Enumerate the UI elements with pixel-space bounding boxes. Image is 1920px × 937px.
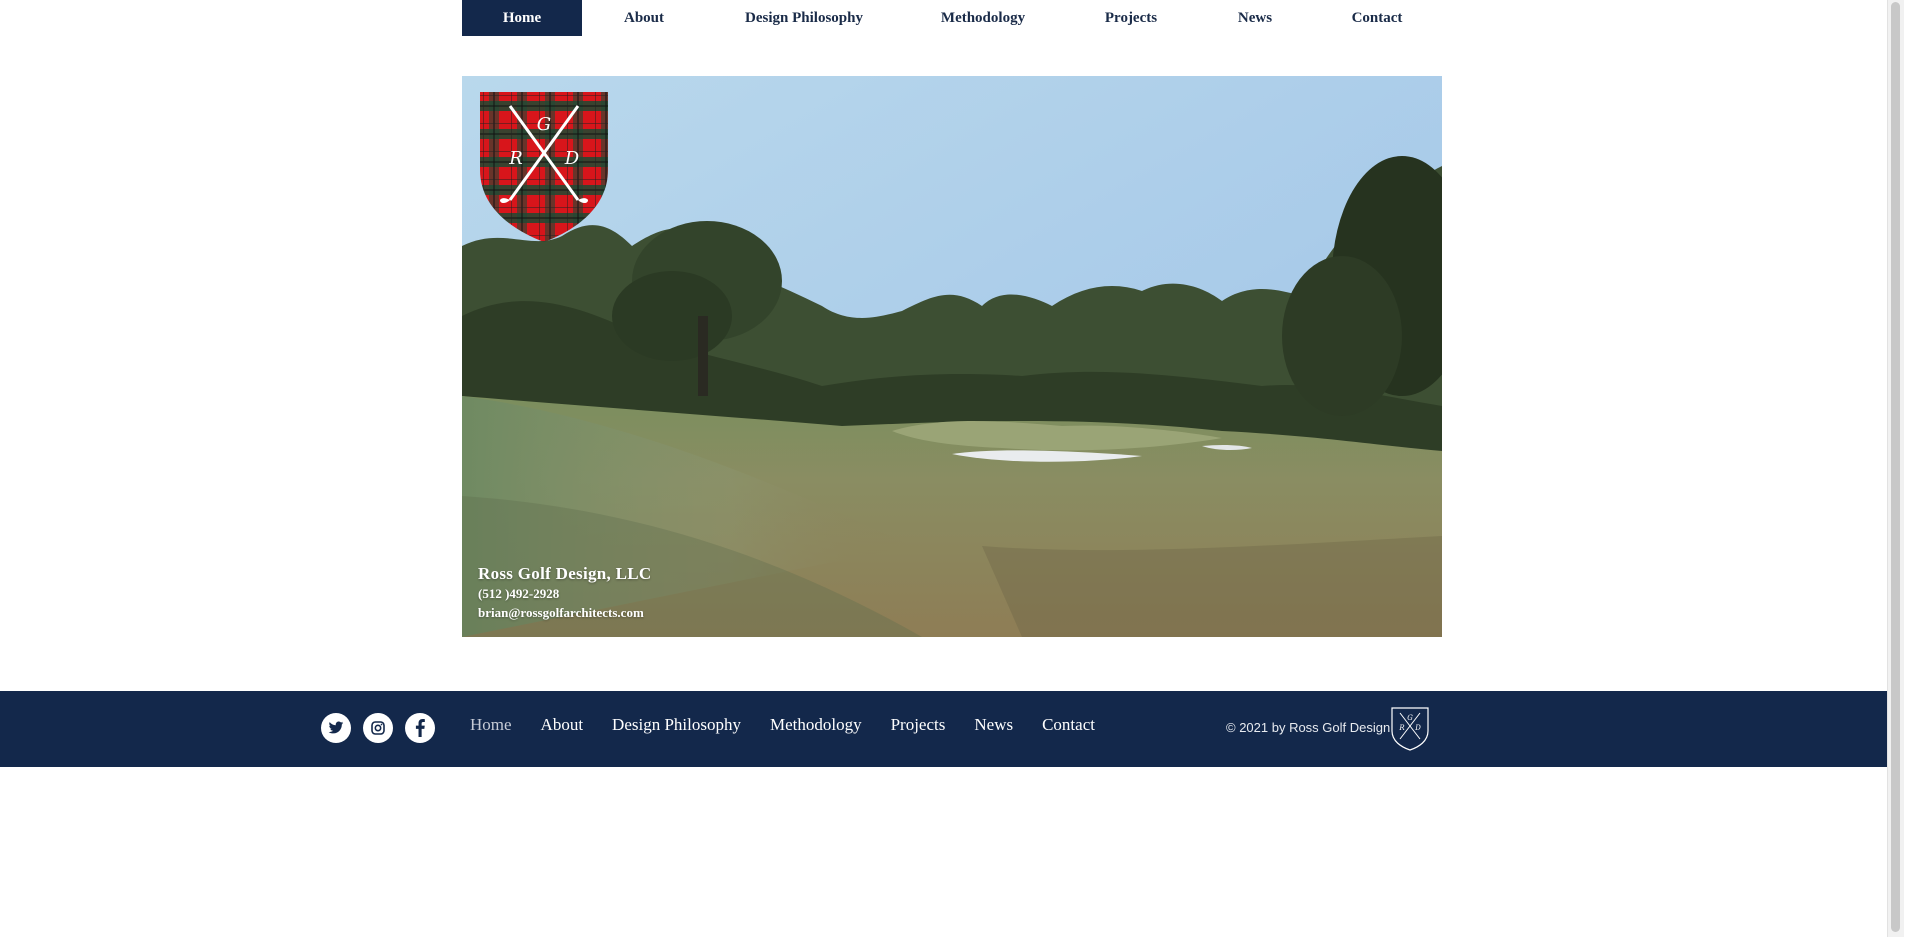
page: Home About Design Philosophy Methodology… xyxy=(0,0,1904,937)
svg-text:D: D xyxy=(1414,724,1421,732)
company-name: Ross Golf Design, LLC xyxy=(478,564,652,583)
footer-item-design-philosophy[interactable]: Design Philosophy xyxy=(612,715,741,735)
page-scrollbar[interactable] xyxy=(1887,0,1904,937)
nav-item-methodology[interactable]: Methodology xyxy=(902,0,1064,36)
footer-crest-logo: G R D xyxy=(1391,707,1429,751)
twitter-icon[interactable] xyxy=(321,713,351,743)
footer-item-about[interactable]: About xyxy=(541,715,584,735)
nav-item-projects[interactable]: Projects xyxy=(1064,0,1198,36)
phone-number[interactable]: (512 )492-2928 xyxy=(478,584,652,603)
copyright-text: © 2021 by Ross Golf Design xyxy=(1226,720,1391,735)
nav-item-design-philosophy[interactable]: Design Philosophy xyxy=(706,0,902,36)
hero-image: G R D Ross Golf Design, LLC (512 )492-29… xyxy=(462,76,1442,637)
footer-item-home[interactable]: Home xyxy=(470,715,512,735)
top-nav: Home About Design Philosophy Methodology… xyxy=(462,0,1442,36)
instagram-icon[interactable] xyxy=(363,713,393,743)
crest-letter-r: R xyxy=(508,148,523,169)
footer-item-contact[interactable]: Contact xyxy=(1042,715,1095,735)
footer-item-news[interactable]: News xyxy=(974,715,1013,735)
svg-text:G: G xyxy=(1407,714,1413,722)
nav-item-home[interactable]: Home xyxy=(462,0,582,36)
nav-item-news[interactable]: News xyxy=(1198,0,1312,36)
nav-item-contact[interactable]: Contact xyxy=(1312,0,1442,36)
crest-letter-g: G xyxy=(537,114,551,135)
facebook-icon[interactable] xyxy=(405,713,435,743)
crest-letter-d: D xyxy=(564,148,580,169)
footer: Home About Design Philosophy Methodology… xyxy=(0,691,1904,767)
footer-item-methodology[interactable]: Methodology xyxy=(770,715,862,735)
footer-item-projects[interactable]: Projects xyxy=(891,715,946,735)
email-link[interactable]: brian@rossgolfarchitects.com xyxy=(478,603,652,622)
golf-course-photo xyxy=(462,76,1442,637)
tartan-crest-logo: G R D xyxy=(480,92,608,242)
contact-info: Ross Golf Design, LLC (512 )492-2928 bri… xyxy=(478,563,652,622)
nav-item-about[interactable]: About xyxy=(582,0,706,36)
svg-text:R: R xyxy=(1398,724,1405,732)
footer-nav: Home About Design Philosophy Methodology… xyxy=(470,715,1124,735)
scrollbar-thumb[interactable] xyxy=(1891,2,1900,932)
